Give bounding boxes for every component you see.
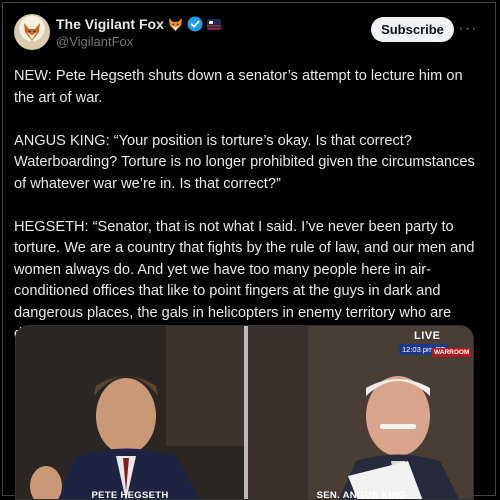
more-options-icon[interactable]: ··· xyxy=(459,19,477,39)
fox-emoji-icon xyxy=(168,17,182,31)
network-label: WARROOM xyxy=(432,348,472,357)
subscribe-button[interactable]: Subscribe xyxy=(371,17,454,42)
post-text: NEW: Pete Hegseth shuts down a senator’s… xyxy=(14,66,484,367)
fox-avatar-icon xyxy=(24,23,40,41)
verified-badge-icon xyxy=(187,16,203,32)
live-label: LIVE xyxy=(414,330,441,342)
avatar[interactable] xyxy=(14,14,50,50)
caption-right: SEN. ANGUS KING xyxy=(316,490,407,500)
author-handle[interactable]: @VigilantFox xyxy=(56,34,133,49)
video-panel-hegseth xyxy=(16,326,244,499)
post-paragraph: NEW: Pete Hegseth shuts down a senator’s… xyxy=(14,68,463,106)
video-media[interactable]: LIVE 12:03 pm ET WARROOM PETE HEGSETH SE… xyxy=(15,325,474,500)
post-paragraph: ANGUS KING: “Your position is torture’s … xyxy=(14,132,475,192)
author-name-row: The Vigilant Fox xyxy=(56,15,221,33)
hegseth-figure-icon xyxy=(16,326,244,499)
caption-left: PETE HEGSETH xyxy=(91,490,169,500)
display-name[interactable]: The Vigilant Fox xyxy=(56,16,164,32)
affiliate-flag-icon xyxy=(206,18,221,30)
